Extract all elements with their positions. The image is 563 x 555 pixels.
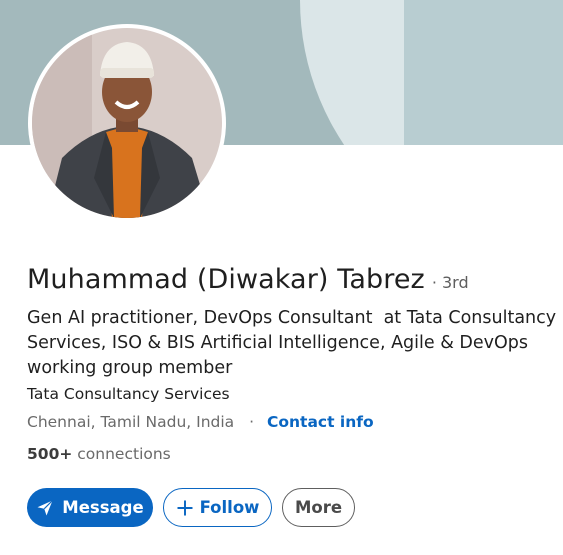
contact-info-link[interactable]: Contact info xyxy=(267,413,374,431)
connections-label: connections xyxy=(77,445,171,463)
follow-button-label: Follow xyxy=(199,498,260,517)
plus-icon xyxy=(176,499,193,516)
more-button-label: More xyxy=(294,498,343,517)
message-button[interactable]: Message xyxy=(27,488,153,527)
profile-actions: Message Follow More xyxy=(27,488,355,527)
follow-button[interactable]: Follow xyxy=(163,488,272,527)
avatar[interactable] xyxy=(28,24,226,222)
connection-degree: · 3rd xyxy=(431,273,469,292)
name-row: Muhammad (Diwakar) Tabrez · 3rd xyxy=(27,264,469,295)
profile-headline: Gen AI practitioner, DevOps Consultant a… xyxy=(27,308,562,378)
avatar-photo xyxy=(32,28,222,218)
connections-count[interactable]: 500+ connections xyxy=(27,445,171,463)
profile-page: Muhammad (Diwakar) Tabrez · 3rd Gen AI p… xyxy=(0,0,563,555)
more-button[interactable]: More xyxy=(282,488,355,527)
banner-panel-shape xyxy=(404,0,563,145)
profile-location: Chennai, Tamil Nadu, India xyxy=(27,413,235,431)
paper-plane-icon xyxy=(37,499,54,515)
message-button-label: Message xyxy=(62,498,144,517)
profile-name: Muhammad (Diwakar) Tabrez xyxy=(27,264,425,295)
current-company[interactable]: Tata Consultancy Services xyxy=(27,385,230,403)
location-row: Chennai, Tamil Nadu, India · Contact inf… xyxy=(27,413,374,431)
connections-number: 500+ xyxy=(27,445,73,463)
separator-dot: · xyxy=(249,413,255,431)
